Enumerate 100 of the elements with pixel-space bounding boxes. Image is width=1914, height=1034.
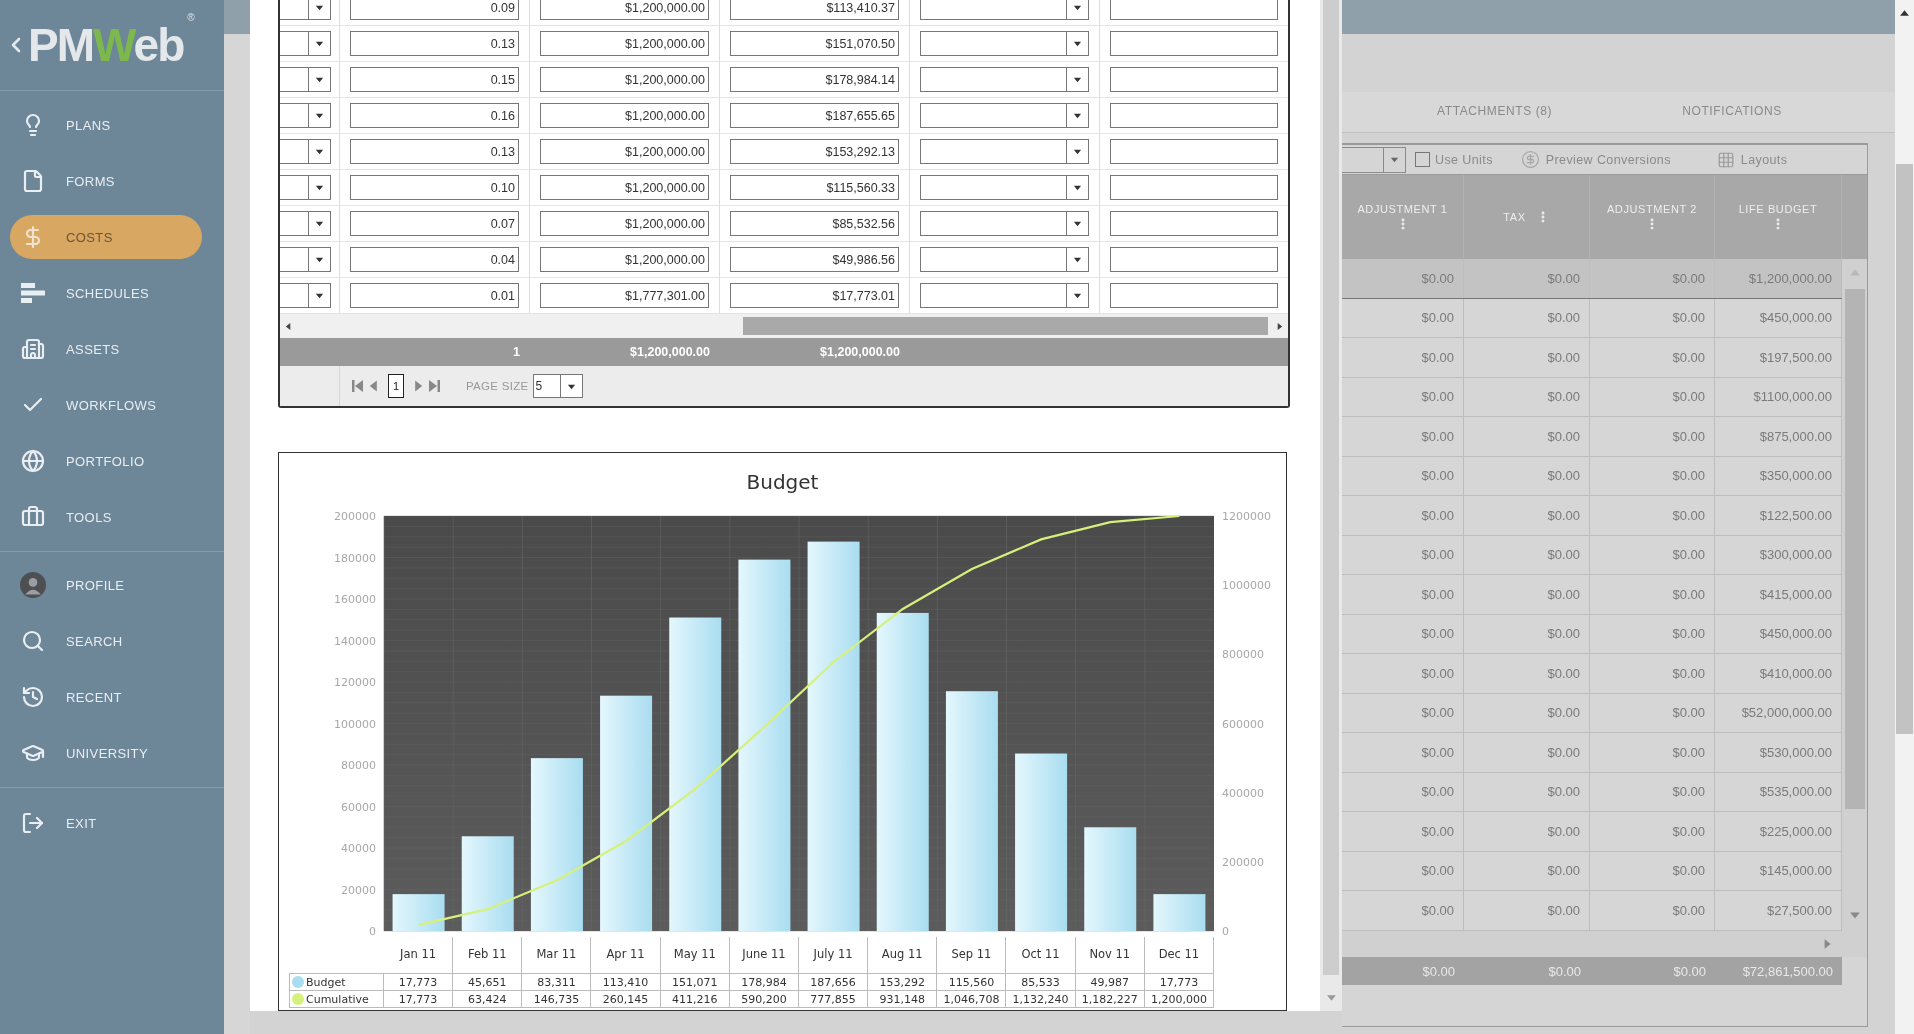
nav-item[interactable]: FORMS [10, 159, 202, 203]
dropdown-field[interactable] [280, 247, 331, 272]
table-row[interactable]: $0.00 $0.00 $0.00 $415,000.00 [1342, 575, 1842, 615]
amount-field[interactable]: $113,410.37 [730, 0, 899, 20]
vertical-scrollbar[interactable] [1842, 259, 1867, 931]
amount-field[interactable]: $187,655.65 [730, 103, 899, 128]
dropdown-field[interactable] [920, 211, 1089, 236]
table-row[interactable]: $0.00 $0.00 $0.00 $27,500.00 [1342, 891, 1842, 931]
dropdown-field[interactable] [280, 67, 331, 92]
layouts-button[interactable]: Layouts [1716, 150, 1788, 169]
number-field[interactable]: 0.13 [350, 139, 519, 164]
number-field[interactable]: 0.16 [350, 103, 519, 128]
amount-field[interactable]: $151,070.50 [730, 31, 899, 56]
amount-field[interactable]: $17,773.01 [730, 283, 899, 308]
horizontal-scrollbar[interactable] [1342, 931, 1867, 957]
text-field[interactable] [1110, 211, 1278, 236]
nav-item[interactable]: TOOLS [10, 495, 202, 539]
nav-item[interactable]: PLANS [10, 103, 202, 147]
dropdown-field[interactable] [920, 247, 1089, 272]
amount-field[interactable]: $1,200,000.00 [540, 139, 709, 164]
scrollbar-thumb[interactable] [743, 317, 1268, 335]
amount-field[interactable]: $49,986.56 [730, 247, 899, 272]
amount-field[interactable]: $1,200,000.00 [540, 175, 709, 200]
dropdown-field[interactable] [280, 103, 331, 128]
text-field[interactable] [1110, 247, 1278, 272]
nav-item[interactable]: UNIVERSITY [10, 731, 202, 775]
dropdown-field[interactable] [280, 139, 331, 164]
amount-field[interactable]: $85,532.56 [730, 211, 899, 236]
nav-item[interactable]: COSTS [10, 215, 202, 259]
dropdown-field[interactable] [920, 103, 1089, 128]
dropdown-field[interactable] [280, 283, 331, 308]
horizontal-scrollbar[interactable] [280, 314, 1288, 338]
amount-field[interactable]: $1,200,000.00 [540, 67, 709, 92]
table-row[interactable]: $0.00 $0.00 $0.00 $350,000.00 [1342, 456, 1842, 496]
dropdown-field[interactable] [920, 67, 1089, 92]
table-row[interactable]: $0.00 $0.00 $0.00 $875,000.00 [1342, 417, 1842, 457]
text-field[interactable] [1110, 175, 1278, 200]
nav-item[interactable]: SCHEDULES [10, 271, 202, 315]
nav-item[interactable]: PROFILE [10, 563, 202, 607]
nav-item[interactable]: PORTFOLIO [10, 439, 202, 483]
scroll-up-icon[interactable] [1899, 8, 1910, 19]
vertical-scrollbar[interactable] [1320, 0, 1342, 1011]
scrollbar-thumb[interactable] [1896, 164, 1913, 734]
amount-field[interactable]: $1,200,000.00 [540, 211, 709, 236]
tab[interactable]: ATTACHMENTS (8) [1437, 98, 1553, 126]
dropdown-field[interactable] [280, 211, 331, 236]
dropdown-field[interactable] [280, 31, 331, 56]
scroll-down-icon[interactable] [1325, 992, 1337, 1003]
tab[interactable]: NOTIFICATIONS [1682, 98, 1782, 126]
table-row[interactable]: $0.00 $0.00 $0.00 $450,000.00 [1342, 614, 1842, 654]
dropdown-field[interactable] [1342, 146, 1406, 173]
dropdown-field[interactable] [920, 0, 1089, 20]
number-field[interactable]: 0.10 [350, 175, 519, 200]
amount-field[interactable]: $153,292.13 [730, 139, 899, 164]
table-row[interactable]: $0.00 $0.00 $0.00 $300,000.00 [1342, 535, 1842, 575]
amount-field[interactable]: $178,984.14 [730, 67, 899, 92]
table-row[interactable]: $0.00 $0.00 $0.00 $1100,000.00 [1342, 377, 1842, 417]
scroll-left-icon[interactable] [284, 321, 293, 331]
table-row[interactable]: $0.00 $0.00 $0.00 $535,000.00 [1342, 772, 1842, 812]
preview-conversions-button[interactable]: Preview Conversions [1520, 150, 1671, 169]
table-row[interactable]: $0.00 $0.00 $0.00 $1,200,000.00 [1342, 259, 1842, 299]
text-field[interactable] [1110, 139, 1278, 164]
text-field[interactable] [1110, 0, 1278, 20]
number-field[interactable]: 0.04 [350, 247, 519, 272]
dropdown-field[interactable] [280, 175, 331, 200]
scrollbar-thumb[interactable] [1844, 289, 1865, 809]
table-row[interactable]: $0.00 $0.00 $0.00 $122,500.00 [1342, 496, 1842, 536]
amount-field[interactable]: $1,200,000.00 [540, 247, 709, 272]
table-row[interactable]: $0.00 $0.00 $0.00 $197,500.00 [1342, 338, 1842, 378]
table-row[interactable]: $0.00 $0.00 $0.00 $145,000.00 [1342, 851, 1842, 891]
amount-field[interactable]: $1,200,000.00 [540, 31, 709, 56]
amount-field[interactable]: $115,560.33 [730, 175, 899, 200]
last-page-icon[interactable] [428, 379, 440, 393]
table-row[interactable]: $0.00 $0.00 $0.00 $530,000.00 [1342, 733, 1842, 773]
scrollbar-thumb[interactable] [1323, 0, 1339, 975]
text-field[interactable] [1110, 103, 1278, 128]
text-field[interactable] [1110, 283, 1278, 308]
page-size-select[interactable]: 5 [532, 374, 583, 398]
text-field[interactable] [1110, 31, 1278, 56]
dropdown-field[interactable] [920, 139, 1089, 164]
number-field[interactable]: 0.01 [350, 283, 519, 308]
table-row[interactable]: $0.00 $0.00 $0.00 $52,000,000.00 [1342, 693, 1842, 733]
dropdown-field[interactable] [280, 0, 331, 20]
number-field[interactable]: 0.07 [350, 211, 519, 236]
number-field[interactable]: 0.13 [350, 31, 519, 56]
nav-item[interactable]: EXIT [10, 801, 202, 845]
use-units-checkbox[interactable]: Use Units [1415, 152, 1493, 167]
number-field[interactable]: 0.15 [350, 67, 519, 92]
first-page-icon[interactable] [352, 379, 364, 393]
table-row[interactable]: $0.00 $0.00 $0.00 $225,000.00 [1342, 812, 1842, 852]
table-row[interactable]: $0.00 $0.00 $0.00 $410,000.00 [1342, 654, 1842, 694]
dropdown-field[interactable] [920, 283, 1089, 308]
dropdown-field[interactable] [920, 31, 1089, 56]
nav-item[interactable]: SEARCH [10, 619, 202, 663]
page-scrollbar[interactable] [1895, 0, 1914, 1034]
dropdown-field[interactable] [920, 175, 1089, 200]
number-field[interactable]: 0.09 [350, 0, 519, 20]
text-field[interactable] [1110, 67, 1278, 92]
amount-field[interactable]: $1,777,301.00 [540, 283, 709, 308]
table-row[interactable]: $0.00 $0.00 $0.00 $450,000.00 [1342, 298, 1842, 338]
